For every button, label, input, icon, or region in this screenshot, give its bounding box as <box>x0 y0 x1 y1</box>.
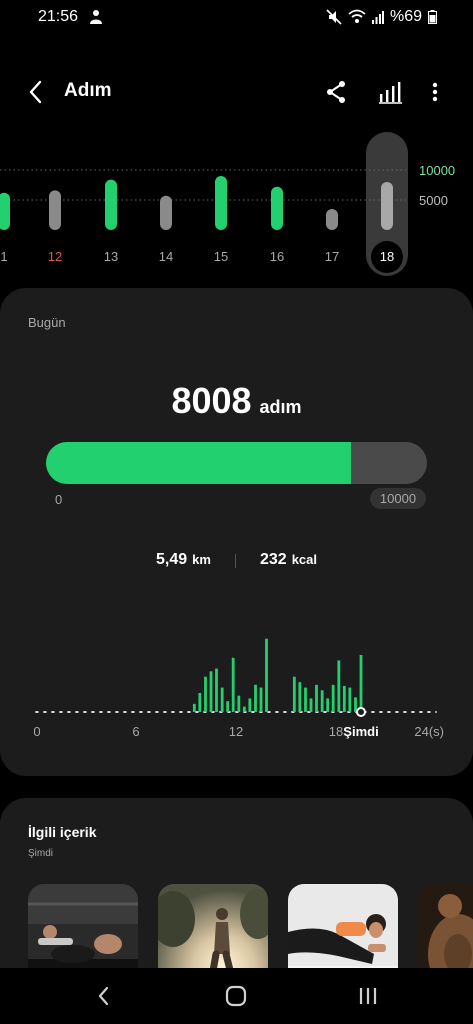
week-bar-16[interactable] <box>271 186 283 230</box>
week-bar-1[interactable] <box>0 192 10 230</box>
week-chart[interactable]: 1 12 13 14 15 16 17 18 10000 5000 <box>0 130 473 280</box>
more-icon[interactable] <box>424 78 446 106</box>
nav-home-icon[interactable] <box>224 984 248 1008</box>
hourly-bar <box>354 697 357 712</box>
steps-value: 8008 <box>171 380 252 421</box>
app-bar: Adım <box>0 70 473 114</box>
week-day-label-12: 12 <box>48 249 62 264</box>
hourly-bar <box>331 684 335 712</box>
related-subtitle: Şimdi <box>28 848 54 859</box>
page-title: Adım <box>64 80 112 101</box>
hourly-bar <box>248 698 252 712</box>
mute-icon <box>326 9 342 25</box>
hourly-bar <box>204 676 207 712</box>
hourly-bar <box>231 657 235 712</box>
wifi-icon <box>348 9 366 25</box>
hourly-bar <box>265 638 268 712</box>
status-icons: %69 <box>326 8 437 26</box>
goal-badge[interactable]: 10000 <box>370 488 426 509</box>
hourly-bar <box>254 684 257 712</box>
hourly-bar <box>304 687 307 712</box>
app-notification-icon <box>88 9 104 30</box>
today-label: Bugün <box>28 315 66 330</box>
calories-value: 232 <box>260 551 287 568</box>
hourly-bar <box>337 660 341 712</box>
hourly-bar <box>192 703 196 712</box>
steps-progress-bar <box>46 442 427 484</box>
hourly-bar <box>342 685 346 712</box>
hourly-bar <box>226 701 230 712</box>
status-time: 21:56 <box>38 8 79 25</box>
hourly-bar <box>237 695 241 712</box>
hourly-tick-18: 18 <box>329 724 343 739</box>
week-day-label-14: 14 <box>159 249 173 264</box>
distance-unit: km <box>192 552 211 567</box>
hourly-end-label: 24(s) <box>414 724 444 739</box>
hourly-bar <box>198 693 202 712</box>
steps-row: 8008 adım <box>0 380 473 422</box>
hourly-tick-12: 12 <box>229 724 243 739</box>
hourly-bar <box>359 655 363 712</box>
hourly-bar <box>326 698 330 712</box>
week-day-label-15: 15 <box>214 249 228 264</box>
stat-divider <box>235 554 236 568</box>
chart-icon[interactable] <box>376 78 404 106</box>
week-day-label-13: 13 <box>104 249 118 264</box>
week-bar-13[interactable] <box>105 179 117 230</box>
week-day-label-1: 1 <box>0 249 7 264</box>
back-icon[interactable] <box>24 78 50 106</box>
hourly-bar <box>292 676 296 712</box>
progress-min-label: 0 <box>55 492 63 507</box>
nav-recents-icon[interactable] <box>356 984 380 1008</box>
hourly-now-label: Şimdi <box>343 724 378 739</box>
now-marker <box>356 707 366 717</box>
calories-unit: kcal <box>291 552 318 567</box>
week-bar-18[interactable] <box>381 181 393 230</box>
related-title: İlgili içerik <box>28 824 97 840</box>
hourly-bar <box>209 671 213 712</box>
hourly-bar <box>242 706 246 712</box>
week-day-label-18: 18 <box>380 249 394 264</box>
nav-back-icon[interactable] <box>94 984 114 1008</box>
hourly-bar <box>315 684 318 712</box>
signal-icon <box>371 9 384 25</box>
hourly-chart[interactable]: 0 6 12 18 Şimdi 24(s) <box>0 628 473 743</box>
battery-icon <box>428 10 437 24</box>
hourly-bar <box>220 687 224 712</box>
hourly-bar <box>309 698 313 712</box>
hourly-tick-6: 6 <box>132 724 139 739</box>
hourly-bar <box>348 687 352 712</box>
share-icon[interactable] <box>322 78 350 106</box>
week-day-label-17: 17 <box>325 249 339 264</box>
distance-value: 5,49 <box>156 551 188 568</box>
week-day-label-16: 16 <box>270 249 284 264</box>
week-bar-15[interactable] <box>215 176 227 230</box>
week-bar-12[interactable] <box>49 190 61 230</box>
week-bar-17[interactable] <box>326 209 338 230</box>
goal-label: 10000 <box>419 163 455 178</box>
steps-progress-fill <box>46 442 352 484</box>
half-label: 5000 <box>419 193 448 208</box>
hourly-bar <box>298 682 302 712</box>
hourly-bar <box>259 687 263 712</box>
calories-stat: 232 kcal <box>260 551 317 569</box>
hourly-bar <box>320 690 324 712</box>
status-bar: 21:56 %69 <box>0 0 473 36</box>
hourly-tick-0: 0 <box>33 724 40 739</box>
navigation-bar <box>0 968 473 1024</box>
today-card: Bugün 8008 adım 0 10000 5,49 km 232 kcal 0 6… <box>0 288 473 776</box>
distance-stat: 5,49 km <box>156 551 211 569</box>
steps-unit: adım <box>259 397 302 417</box>
battery-text: %69 <box>389 8 422 25</box>
week-bar-14[interactable] <box>160 195 172 230</box>
hourly-bar <box>215 668 218 712</box>
